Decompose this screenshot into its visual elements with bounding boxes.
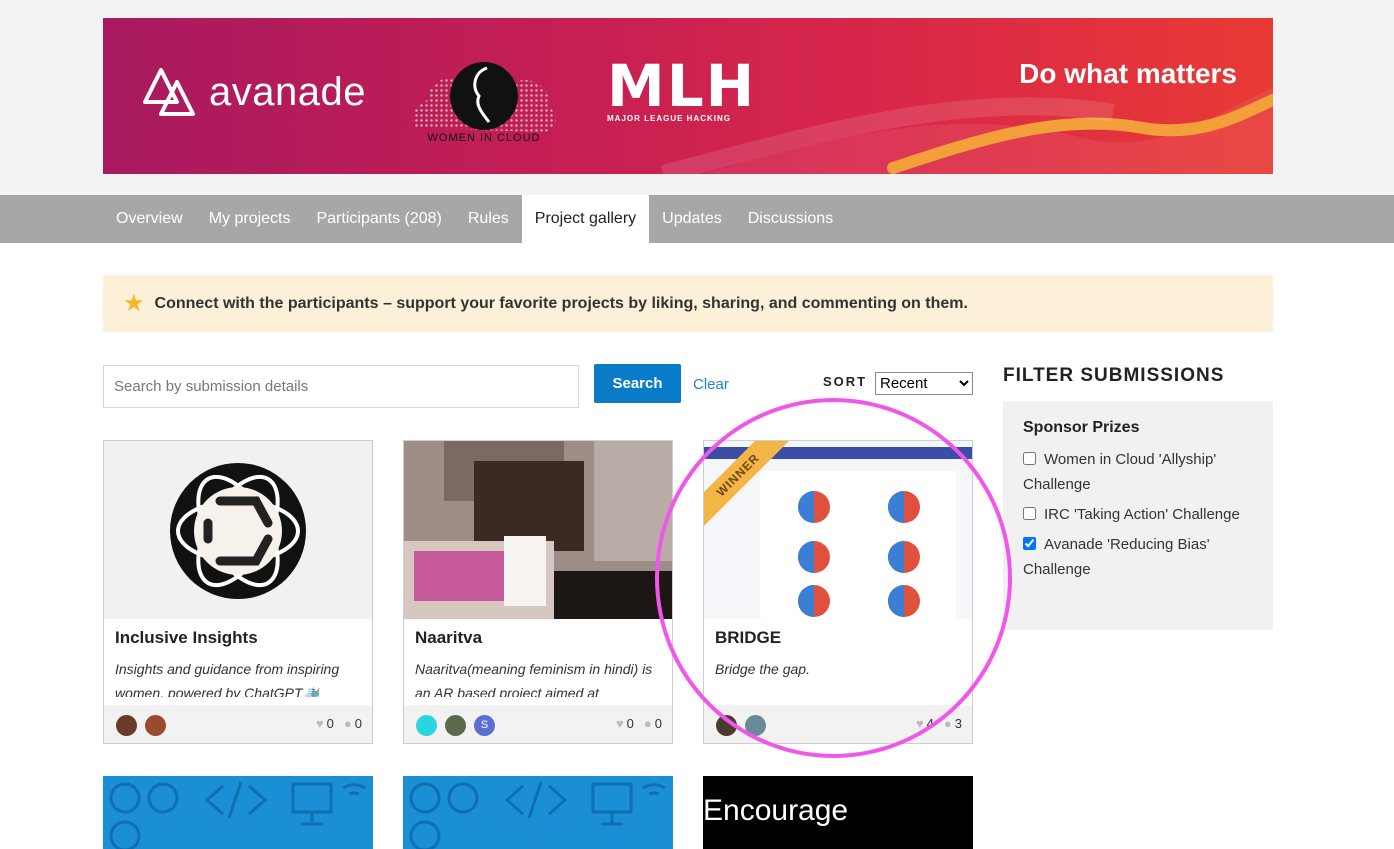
- tab-updates[interactable]: Updates: [649, 195, 735, 243]
- likes-value: 4: [926, 716, 934, 731]
- hackathon-nav: Overview My projects Participants (208) …: [0, 195, 1394, 243]
- filter-option: Avanade 'Reducing Bias' Challenge: [1023, 532, 1253, 582]
- heart-icon: ♥: [615, 716, 624, 731]
- comments-value: 0: [354, 716, 362, 731]
- tab-participants[interactable]: Participants (208): [303, 195, 454, 243]
- notice-text: Connect with the participants – support …: [154, 294, 968, 312]
- likes-value: 0: [626, 716, 634, 731]
- project-description: Naaritva(meaning feminism in hindi) is a…: [415, 661, 653, 697]
- card-stats: ♥ 0 ● 0: [316, 716, 362, 731]
- sort-select[interactable]: Recent: [875, 372, 973, 395]
- avanade-mark-icon: [143, 68, 195, 116]
- card-footer: S ♥ 0 ● 0: [404, 705, 672, 743]
- avatar[interactable]: [745, 715, 766, 736]
- card-footer: ♥ 4 ● 3: [704, 705, 972, 743]
- comments-value: 3: [954, 716, 962, 731]
- project-card[interactable]: [103, 776, 373, 849]
- comments-count: ● 0: [644, 716, 662, 731]
- filter-option: Women in Cloud 'Allyship' Challenge: [1023, 447, 1253, 497]
- code-placeholder-image: [109, 781, 366, 849]
- thumbnail-text: Encourage: [703, 794, 849, 827]
- project-card[interactable]: Naaritva Naaritva(meaning feminism in hi…: [403, 440, 673, 744]
- project-title[interactable]: BRIDGE: [715, 628, 781, 648]
- avanade-logo: avanade: [139, 62, 366, 122]
- project-card[interactable]: Inclusive Insights Insights and guidance…: [103, 440, 373, 744]
- filter-checkbox-taking-action[interactable]: [1023, 507, 1036, 520]
- card-footer: ♥ 0 ● 0: [104, 705, 372, 743]
- filter-title: FILTER SUBMISSIONS: [1003, 365, 1225, 386]
- filter-option-label: Women in Cloud 'Allyship' Challenge: [1023, 451, 1217, 493]
- room-photo-image: [404, 441, 672, 619]
- project-thumbnail[interactable]: WINNER: [704, 441, 972, 619]
- filter-checkbox-allyship[interactable]: [1023, 452, 1036, 465]
- likes-count: ♥ 4: [916, 716, 934, 731]
- sort-label: SORT: [823, 374, 868, 389]
- avatar[interactable]: [716, 715, 737, 736]
- comment-icon: ●: [343, 716, 352, 731]
- project-thumbnail[interactable]: [104, 441, 372, 619]
- likes-value: 0: [326, 716, 334, 731]
- project-card[interactable]: [403, 776, 673, 849]
- comment-icon: ●: [943, 716, 952, 731]
- clear-link[interactable]: Clear: [693, 376, 729, 393]
- tab-my-projects[interactable]: My projects: [196, 195, 304, 243]
- avatar[interactable]: [145, 715, 166, 736]
- avatar[interactable]: [416, 715, 437, 736]
- project-title[interactable]: Inclusive Insights: [115, 628, 258, 648]
- project-description: Insights and guidance from inspiring wom…: [115, 661, 340, 697]
- filter-option-label: IRC 'Taking Action' Challenge: [1044, 506, 1240, 523]
- card-stats: ♥ 0 ● 0: [616, 716, 662, 731]
- filter-panel: Sponsor Prizes Women in Cloud 'Allyship'…: [1003, 401, 1273, 630]
- avatar[interactable]: [445, 715, 466, 736]
- comment-icon: ●: [643, 716, 652, 731]
- tab-overview[interactable]: Overview: [103, 195, 196, 243]
- avatar[interactable]: S: [474, 715, 495, 736]
- project-card[interactable]: Encourage: [703, 776, 973, 849]
- comments-count: ● 3: [944, 716, 962, 731]
- project-card[interactable]: WINNER BRIDGE Bridge the gap. ♥ 4 ● 3: [703, 440, 973, 744]
- tab-project-gallery[interactable]: Project gallery: [521, 195, 650, 243]
- comments-count: ● 0: [344, 716, 362, 731]
- engagement-notice: ★ Connect with the participants – suppor…: [103, 275, 1273, 332]
- search-button[interactable]: Search: [594, 364, 681, 403]
- avatar[interactable]: [116, 715, 137, 736]
- project-title[interactable]: Naaritva: [415, 628, 482, 648]
- women-in-cloud-label: WOMEN IN CLOUD: [427, 132, 541, 144]
- project-description: Bridge the gap.: [715, 661, 810, 677]
- comments-value: 0: [654, 716, 662, 731]
- heart-icon: ♥: [315, 716, 324, 731]
- likes-count: ♥ 0: [316, 716, 334, 731]
- project-thumbnail[interactable]: [404, 441, 672, 619]
- mlh-wordmark: MLH: [607, 52, 757, 120]
- hackathon-banner: avanade WOMEN IN CLOUD MLH MAJOR LEAGUE …: [103, 18, 1273, 174]
- chatgpt-logo-image: [170, 463, 306, 599]
- heart-icon: ♥: [915, 716, 924, 731]
- banner-tagline: Do what matters: [1019, 58, 1237, 89]
- filter-checkbox-reducing-bias[interactable]: [1023, 537, 1036, 550]
- filter-option: IRC 'Taking Action' Challenge: [1023, 502, 1253, 527]
- tab-discussions[interactable]: Discussions: [735, 195, 846, 243]
- code-placeholder-image: [409, 781, 666, 849]
- tab-rules[interactable]: Rules: [455, 195, 522, 243]
- filter-group-title: Sponsor Prizes: [1023, 419, 1140, 436]
- avanade-wordmark: avanade: [209, 69, 366, 114]
- star-icon: ★: [123, 290, 145, 317]
- card-stats: ♥ 4 ● 3: [916, 716, 962, 731]
- likes-count: ♥ 0: [616, 716, 634, 731]
- mlh-logo: MLH MAJOR LEAGUE HACKING: [607, 52, 757, 123]
- search-input[interactable]: [103, 365, 579, 408]
- filter-option-label: Avanade 'Reducing Bias' Challenge: [1023, 536, 1210, 578]
